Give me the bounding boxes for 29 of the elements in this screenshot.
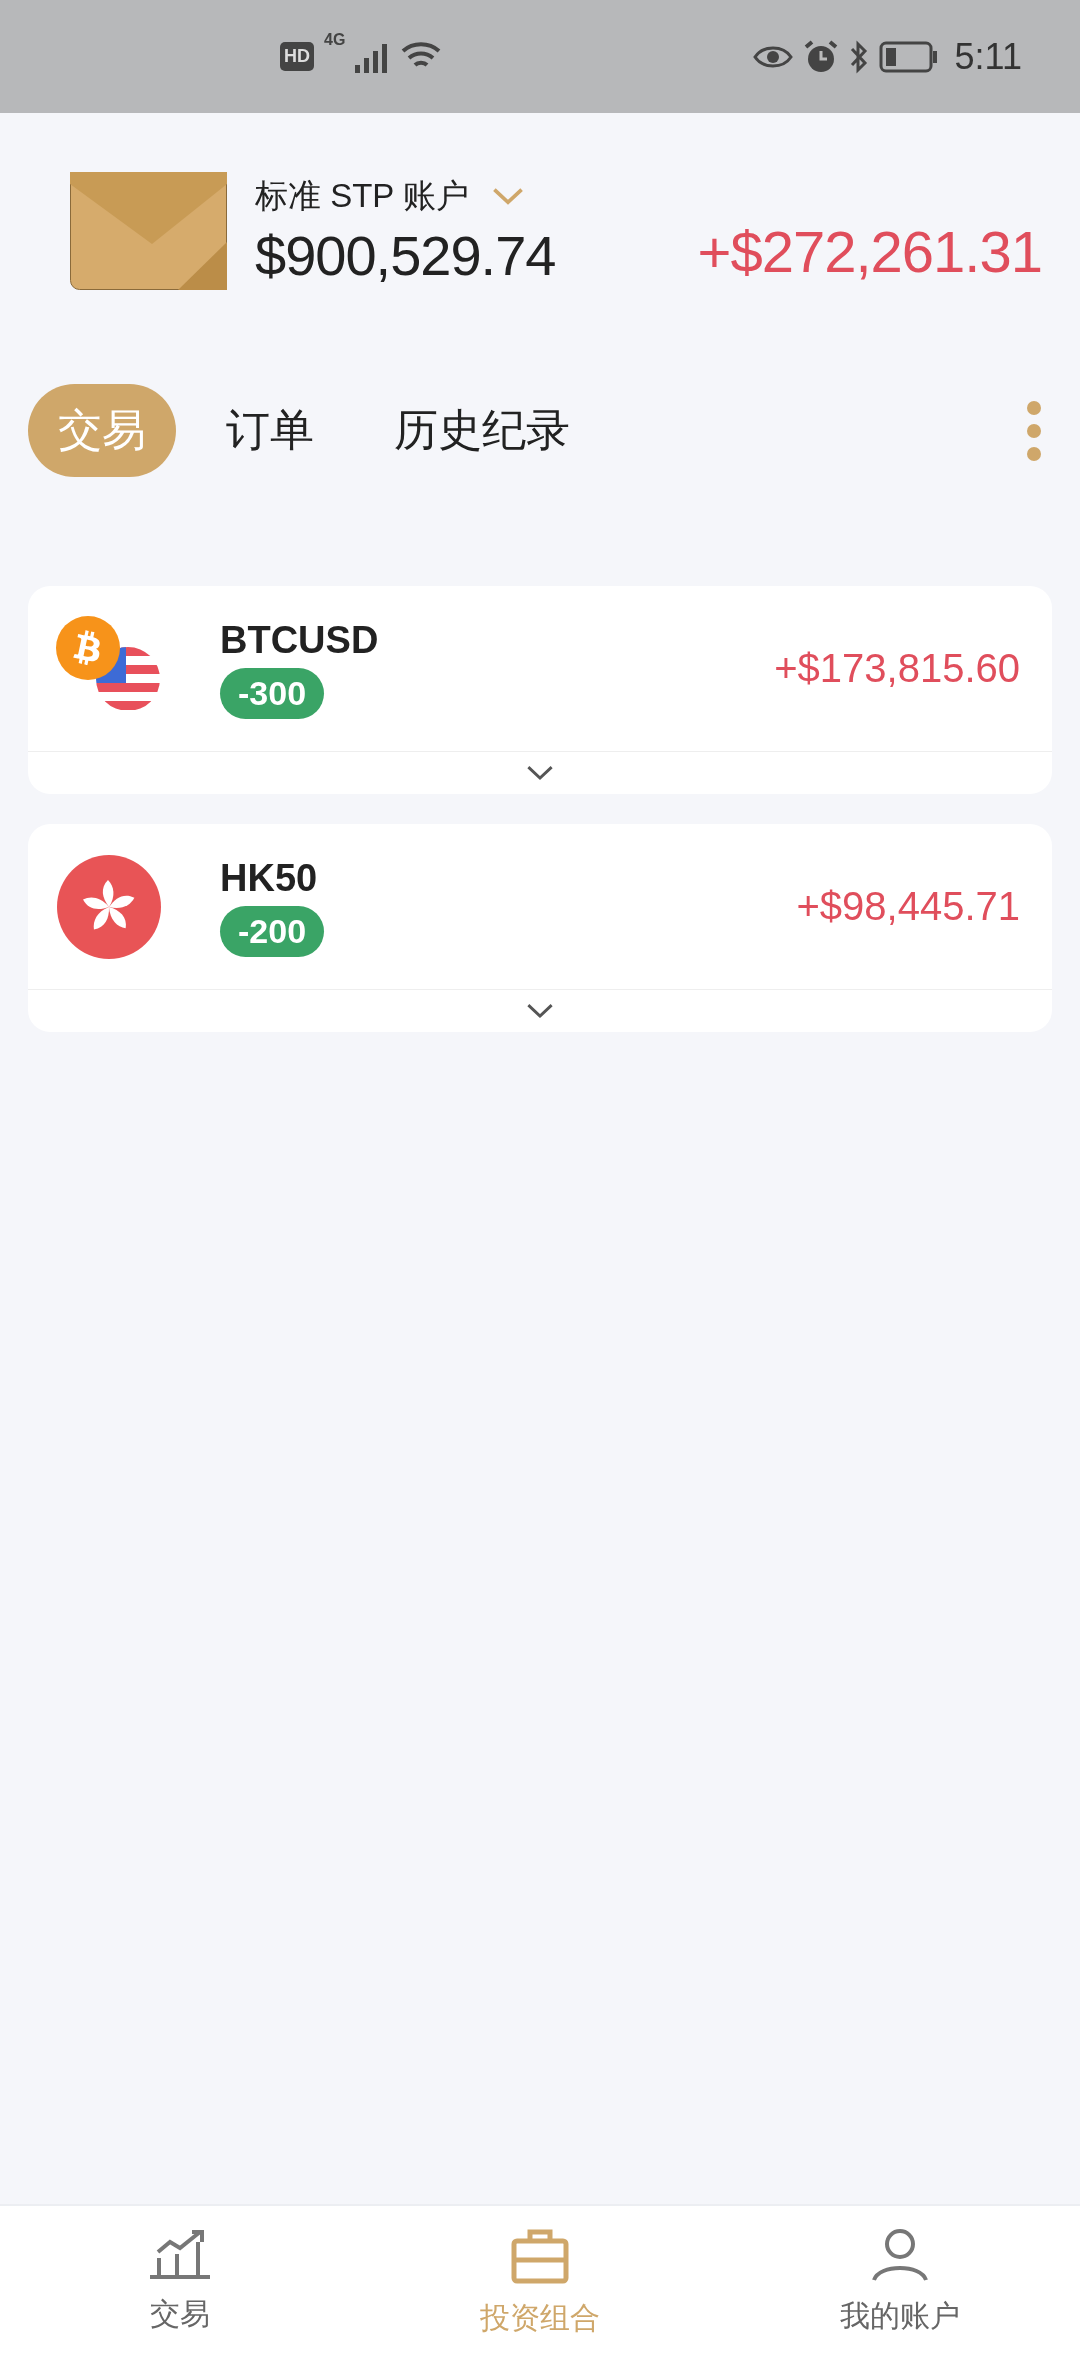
dropdown-chevron-icon [490, 186, 525, 206]
tab[interactable]: 历史纪录 [364, 384, 600, 477]
bluetooth-icon [848, 38, 869, 75]
tab[interactable]: 订单 [196, 384, 344, 477]
position-profit: +$173,815.60 [774, 646, 1020, 691]
position-quantity: -200 [220, 905, 325, 957]
account-card-icon [70, 171, 227, 290]
flower-flag-icon [56, 853, 162, 960]
position-symbol: BTCUSD [220, 618, 379, 662]
nav-item[interactable]: 我的账户 [720, 2206, 1080, 2376]
account-name: 标准 STP 账户 [255, 175, 469, 216]
chart-icon [150, 2228, 210, 2280]
position-profit: +$98,445.71 [796, 884, 1020, 929]
battery-icon [878, 40, 939, 73]
position-card[interactable]: HK50 -200 +$98,445.71 [28, 824, 1052, 1032]
chevron-down-icon [525, 765, 555, 781]
total-profit: +$272,261.31 [697, 218, 1042, 285]
chevron-down-icon [525, 1003, 555, 1019]
network-type: 4G [324, 30, 346, 49]
position-symbol: HK50 [220, 856, 319, 900]
position-card[interactable]: BTCUSD -300 +$173,815.60 [28, 586, 1052, 794]
briefcase-icon [511, 2228, 569, 2284]
clock-time: 5:11 [954, 35, 1022, 78]
position-quantity: -300 [220, 667, 325, 719]
account-balance: $900,529.74 [255, 222, 556, 288]
person-icon [871, 2228, 929, 2282]
hd-indicator: HD [280, 42, 314, 71]
alarm-icon [802, 38, 839, 75]
nav-item[interactable]: 交易 [0, 2206, 360, 2376]
